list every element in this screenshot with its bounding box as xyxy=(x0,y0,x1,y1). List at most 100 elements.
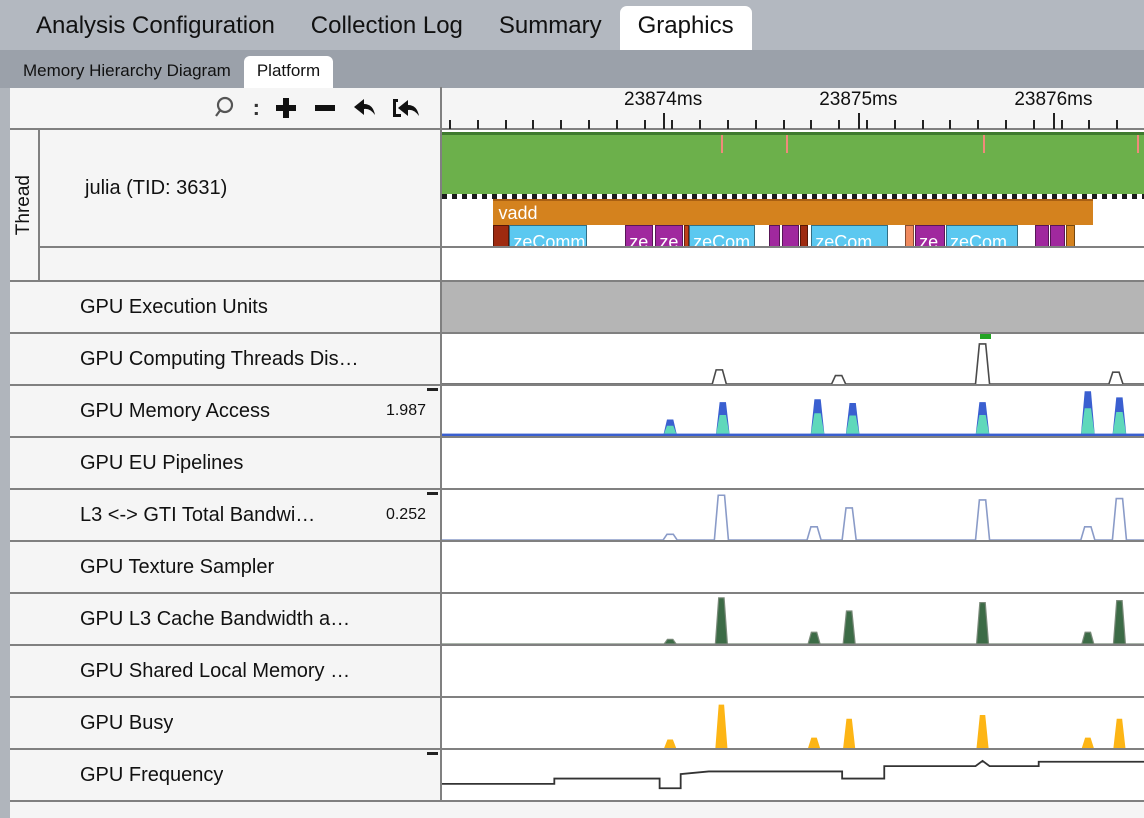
ruler-tick-minor xyxy=(922,120,924,129)
metric-row-label-cell[interactable]: GPU Shared Local Memory … xyxy=(10,646,442,696)
metric-row-plot[interactable] xyxy=(442,750,1144,800)
metric-row-plot[interactable] xyxy=(442,542,1144,592)
execution-units-band xyxy=(442,282,1144,332)
metric-row-label-cell[interactable]: GPU EU Pipelines xyxy=(10,438,442,488)
ruler-tick-minor xyxy=(588,120,590,129)
ruler-tick-major xyxy=(858,113,860,129)
metric-row-plot[interactable] xyxy=(442,282,1144,332)
tab-graphics[interactable]: Graphics xyxy=(620,6,752,50)
metric-row-label: GPU Execution Units xyxy=(80,296,268,319)
ruler-tick-minor xyxy=(810,120,812,129)
subtab-memory-hierarchy-diagram[interactable]: Memory Hierarchy Diagram xyxy=(10,56,244,88)
metric-plot-svg xyxy=(442,386,1144,436)
task-block[interactable] xyxy=(493,225,509,246)
zoom-out-icon[interactable] xyxy=(312,95,338,121)
task-block[interactable] xyxy=(782,225,799,246)
metric-row-label: GPU EU Pipelines xyxy=(80,452,243,475)
metric-row-label-cell[interactable]: GPU Memory Access1.987 xyxy=(10,386,442,436)
metric-row-plot[interactable] xyxy=(442,438,1144,488)
metric-plot-svg xyxy=(442,750,1144,800)
thread-axis-header: Thread xyxy=(10,130,40,282)
metric-row-plot[interactable] xyxy=(442,698,1144,748)
ruler-tick-major xyxy=(1053,113,1055,129)
task-block[interactable] xyxy=(769,225,780,246)
metric-axis-tick xyxy=(427,492,438,495)
task-block[interactable]: zeCom xyxy=(811,225,888,246)
tab-summary[interactable]: Summary xyxy=(481,6,620,50)
ruler-tick-minor xyxy=(755,120,757,129)
thread-marker xyxy=(786,135,788,153)
task-block[interactable] xyxy=(1035,225,1049,246)
task-block[interactable] xyxy=(587,225,624,246)
task-block-label: ze xyxy=(629,232,648,246)
ruler-tick-minor xyxy=(505,120,507,129)
time-ruler[interactable]: 23874ms 23875ms 23876ms xyxy=(442,87,1144,129)
task-block[interactable] xyxy=(1050,225,1065,246)
task-bar-vadd[interactable]: vadd xyxy=(493,199,1093,225)
task-block[interactable] xyxy=(1066,225,1075,246)
metric-row-label-cell[interactable]: GPU Busy xyxy=(10,698,442,748)
task-block-label: zeCommand xyxy=(513,232,586,246)
task-block[interactable]: ze xyxy=(625,225,653,246)
task-block[interactable] xyxy=(889,225,904,246)
metric-row-label-cell[interactable]: GPU Frequency xyxy=(10,750,442,800)
metric-row: GPU Frequency xyxy=(10,750,1144,802)
task-block[interactable] xyxy=(800,225,808,246)
metric-row: L3 <-> GTI Total Bandwi…0.252 xyxy=(10,490,1144,542)
metric-row: GPU EU Pipelines xyxy=(10,438,1144,490)
metric-row: GPU Texture Sampler xyxy=(10,542,1144,594)
metric-row-label: GPU Shared Local Memory … xyxy=(80,660,350,683)
thread-subrow-plot xyxy=(442,248,1144,280)
ruler-tick-minor xyxy=(727,120,729,129)
task-block-label: zeCom xyxy=(950,232,1007,246)
metric-row-label: GPU L3 Cache Bandwidth a… xyxy=(80,608,350,631)
zoom-in-icon[interactable] xyxy=(273,95,299,121)
task-block-label: ze xyxy=(659,232,678,246)
task-block[interactable]: zeCom xyxy=(689,225,755,246)
metric-row-plot[interactable] xyxy=(442,646,1144,696)
ruler-tick-minor xyxy=(1061,120,1063,129)
ruler-label-2: 23876ms xyxy=(1014,89,1092,111)
metric-row-plot[interactable] xyxy=(442,594,1144,644)
metric-row-label-cell[interactable]: L3 <-> GTI Total Bandwi…0.252 xyxy=(10,490,442,540)
ruler-tick-minor xyxy=(1005,120,1007,129)
thread-row-label[interactable]: julia (TID: 3631) xyxy=(40,130,442,246)
metric-row-label-cell[interactable]: GPU Execution Units xyxy=(10,282,442,332)
task-block[interactable]: zeCom xyxy=(946,225,1018,246)
thread-timeline-plot[interactable]: vadd zeCommandzezezeComzeComzezeCom xyxy=(442,130,1144,246)
ruler-tick-minor xyxy=(560,120,562,129)
reset-zoom-icon[interactable] xyxy=(392,96,422,120)
metric-row-label: GPU Frequency xyxy=(80,764,223,787)
task-block-label: zeCom xyxy=(693,232,750,246)
tab-collection-log[interactable]: Collection Log xyxy=(293,6,481,50)
zoom-magnifier-icon[interactable] xyxy=(214,95,240,121)
ruler-tick-minor xyxy=(699,120,701,129)
metric-row-label: GPU Texture Sampler xyxy=(80,556,274,579)
ruler-tick-minor xyxy=(616,120,618,129)
metric-row-label-cell[interactable]: GPU L3 Cache Bandwidth a… xyxy=(10,594,442,644)
ruler-label-1: 23875ms xyxy=(819,89,897,111)
metric-plot-svg xyxy=(442,490,1144,540)
metric-row-label-cell[interactable]: GPU Texture Sampler xyxy=(10,542,442,592)
main-tab-bar: Analysis Configuration Collection Log Su… xyxy=(0,0,1144,50)
ruler-tick-minor xyxy=(783,120,785,129)
task-block[interactable]: zeCommand xyxy=(509,225,586,246)
subtab-platform[interactable]: Platform xyxy=(244,56,333,88)
metric-row-plot[interactable] xyxy=(442,386,1144,436)
metric-row-label-cell[interactable]: GPU Computing Threads Dis… xyxy=(10,334,442,384)
ruler-tick-minor xyxy=(866,120,868,129)
ruler-tick-minor xyxy=(449,120,451,129)
task-block[interactable]: ze xyxy=(915,225,945,246)
task-block[interactable] xyxy=(1019,225,1034,246)
metric-row-label: GPU Computing Threads Dis… xyxy=(80,348,359,371)
task-block[interactable] xyxy=(905,225,914,246)
metric-row-plot[interactable] xyxy=(442,490,1144,540)
ruler-label-0: 23874ms xyxy=(624,89,702,111)
task-block[interactable]: ze xyxy=(655,225,683,246)
thread-marker xyxy=(983,135,985,153)
toolbar-icon-group: : xyxy=(10,87,442,129)
tab-analysis-configuration[interactable]: Analysis Configuration xyxy=(18,6,293,50)
undo-zoom-icon[interactable] xyxy=(351,96,379,120)
metric-row-plot[interactable] xyxy=(442,334,1144,384)
task-block[interactable] xyxy=(756,225,769,246)
